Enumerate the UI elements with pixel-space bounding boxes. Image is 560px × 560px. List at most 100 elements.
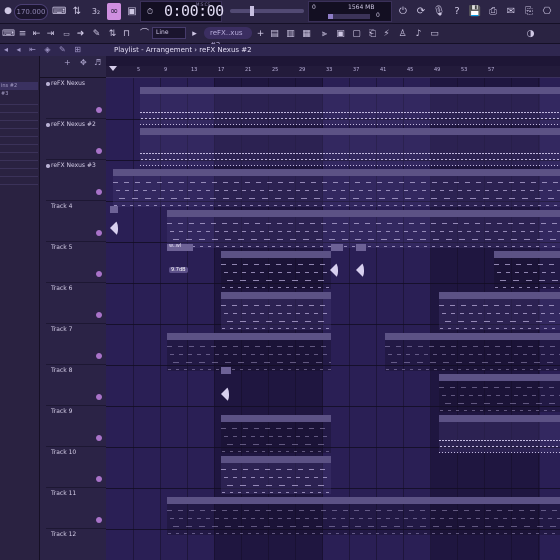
playlist-window-controls[interactable]: ◂ ◂ ⇤ ◈ ✎ ⊞ [4, 45, 84, 54]
usb-icon[interactable]: ⚡ [380, 26, 393, 42]
window-icon[interactable]: ▭ [428, 26, 441, 42]
slider-icon[interactable]: ≡ [16, 26, 29, 42]
track-header-9[interactable]: Track 9 [46, 406, 106, 447]
typing-keyboard-icon[interactable]: ⌨ [52, 3, 66, 20]
track-mute-dot[interactable] [96, 271, 102, 277]
render-icon[interactable]: ⎙ [486, 3, 500, 20]
track-header-7[interactable]: Track 7 [46, 324, 106, 365]
track-led[interactable] [46, 82, 50, 86]
pattern-selector[interactable]: reFX..xus #2 [204, 27, 252, 49]
forward-icon[interactable]: ⇥ [44, 26, 57, 42]
record-icon[interactable]: ● [2, 3, 14, 20]
power-icon[interactable]: ⏻ [396, 3, 410, 20]
piano-icon[interactable]: ♬ [94, 58, 101, 67]
audio-waveform[interactable] [108, 212, 122, 242]
audio-clip-header[interactable]: w..wl [167, 243, 193, 251]
pattern-clip[interactable]: beats 1 [167, 333, 331, 371]
pencil-icon[interactable]: ✎ [90, 26, 103, 42]
mixer-icon[interactable]: ⫸ [318, 26, 331, 42]
track-mute-dot[interactable] [96, 517, 102, 523]
pattern-clip[interactable]: reFX Nexus #3 [113, 169, 560, 207]
channel-rack-icon[interactable]: ▥ [284, 26, 297, 42]
save-icon[interactable]: 💾 [468, 3, 482, 20]
track-header-8[interactable]: Track 8 [46, 365, 106, 406]
arrow-right-icon[interactable]: ➜ [74, 26, 87, 42]
audio-clip-header[interactable] [331, 244, 343, 251]
track-header-11[interactable]: Track 11 [46, 488, 106, 529]
track-mute-dot[interactable] [96, 394, 102, 400]
playlist-grid[interactable]: Bell reFX Nexus #2 reFX Nexus #3 Pattern… [106, 78, 560, 560]
pattern-clip[interactable]: Pattern 4 [221, 251, 331, 289]
person-icon[interactable]: ♙ [396, 26, 409, 42]
pattern-clip[interactable]: bass [167, 497, 560, 535]
note-icon[interactable]: ♪ [412, 26, 425, 42]
audio-waveform[interactable] [354, 254, 368, 284]
track-mute-dot[interactable] [96, 107, 102, 113]
tempo-display[interactable]: 170.000 [14, 4, 48, 20]
snap-icon[interactable]: ⌒ [138, 26, 151, 42]
track-mute-dot[interactable] [96, 230, 102, 236]
track-header-4[interactable]: Track 4 [46, 201, 106, 242]
drag-icon[interactable]: ⇅ [106, 26, 119, 42]
audio-waveform[interactable] [328, 254, 342, 284]
plugin-picker-icon[interactable]: ▢ [350, 26, 363, 42]
keyboard-icon[interactable]: ⌨ [2, 26, 15, 42]
track-mute-dot[interactable] [96, 435, 102, 441]
browser-icon[interactable]: ▣ [334, 26, 347, 42]
update-icon[interactable]: ⟳ [414, 3, 428, 20]
track-header-12[interactable]: Track 12 [46, 529, 106, 560]
pattern-clip[interactable]: arp [439, 415, 560, 453]
track-led[interactable] [46, 164, 50, 168]
track-mute-dot[interactable] [96, 312, 102, 318]
track-header-10[interactable]: Track 10 [46, 447, 106, 488]
track-header-1[interactable]: reFX Nexus [46, 78, 106, 119]
move-icon[interactable]: ✥ [80, 58, 87, 67]
browser-item[interactable]: ins #2 [0, 82, 38, 90]
magnet-icon[interactable]: ⊓ [120, 26, 133, 42]
metronome-icon[interactable]: 3₂ [88, 3, 104, 20]
pattern-clip[interactable]: Pattern 6 [221, 456, 331, 494]
time-mode-icon[interactable]: ⏱ [143, 3, 157, 20]
piano-roll-icon[interactable]: ▦ [300, 26, 313, 42]
add-pattern-icon[interactable]: + [254, 26, 267, 42]
step-edit-icon[interactable]: ⇅ [70, 3, 84, 20]
globe-icon[interactable]: ◑ [524, 26, 537, 42]
loop-record-icon[interactable]: ∞ [107, 3, 121, 20]
pattern-clip[interactable]: Pattern 4 [494, 251, 560, 289]
plugin-icon[interactable]: ⎔ [540, 3, 554, 20]
pattern-clip[interactable]: beats 3 [385, 333, 560, 371]
help-icon[interactable]: ? [450, 3, 464, 20]
pattern-clip[interactable]: Pattern 3 [167, 210, 560, 248]
open-icon[interactable]: ⎘ [522, 3, 536, 20]
pattern-clip[interactable]: beats 2 [221, 415, 331, 453]
browser-item[interactable]: #3 [0, 90, 38, 98]
pattern-clip[interactable]: reFX Nexus #2 [140, 128, 560, 166]
track-header-2[interactable]: reFX Nexus #2 [46, 119, 106, 160]
snap-select[interactable]: Line [152, 27, 186, 39]
pattern-clip[interactable]: beats 2 [439, 374, 560, 412]
track-header-6[interactable]: Track 6 [46, 283, 106, 324]
track-mute-dot[interactable] [96, 189, 102, 195]
audio-waveform[interactable] [219, 378, 233, 408]
chat-icon[interactable]: ✉ [504, 3, 518, 20]
pattern-prev-icon[interactable]: ▸ [188, 26, 201, 42]
pattern-clip[interactable]: Pattern 5 [439, 292, 560, 330]
microphone-icon[interactable]: 🎙 [432, 3, 446, 20]
pattern-clip[interactable]: Bell [140, 87, 560, 125]
track-header-5[interactable]: Track 5 [46, 242, 106, 283]
audio-clip-header[interactable] [356, 244, 366, 251]
add-icon[interactable]: + [64, 58, 71, 67]
track-mute-dot[interactable] [96, 476, 102, 482]
track-header-3[interactable]: reFX Nexus #3 [46, 160, 106, 201]
track-mute-dot[interactable] [96, 148, 102, 154]
document-icon[interactable]: ⎗ [366, 26, 379, 42]
wait-input-icon[interactable]: ▣ [125, 3, 139, 20]
track-led[interactable] [46, 123, 50, 127]
pattern-mode-icon[interactable]: ▭ [60, 26, 73, 42]
playlist-icon[interactable]: ▤ [268, 26, 281, 42]
pattern-clip[interactable]: Pattern 5 [221, 292, 331, 330]
track-mute-dot[interactable] [96, 353, 102, 359]
audio-clip-header[interactable] [221, 367, 231, 374]
master-volume-slider[interactable] [230, 6, 304, 16]
playhead-marker[interactable] [109, 66, 117, 71]
